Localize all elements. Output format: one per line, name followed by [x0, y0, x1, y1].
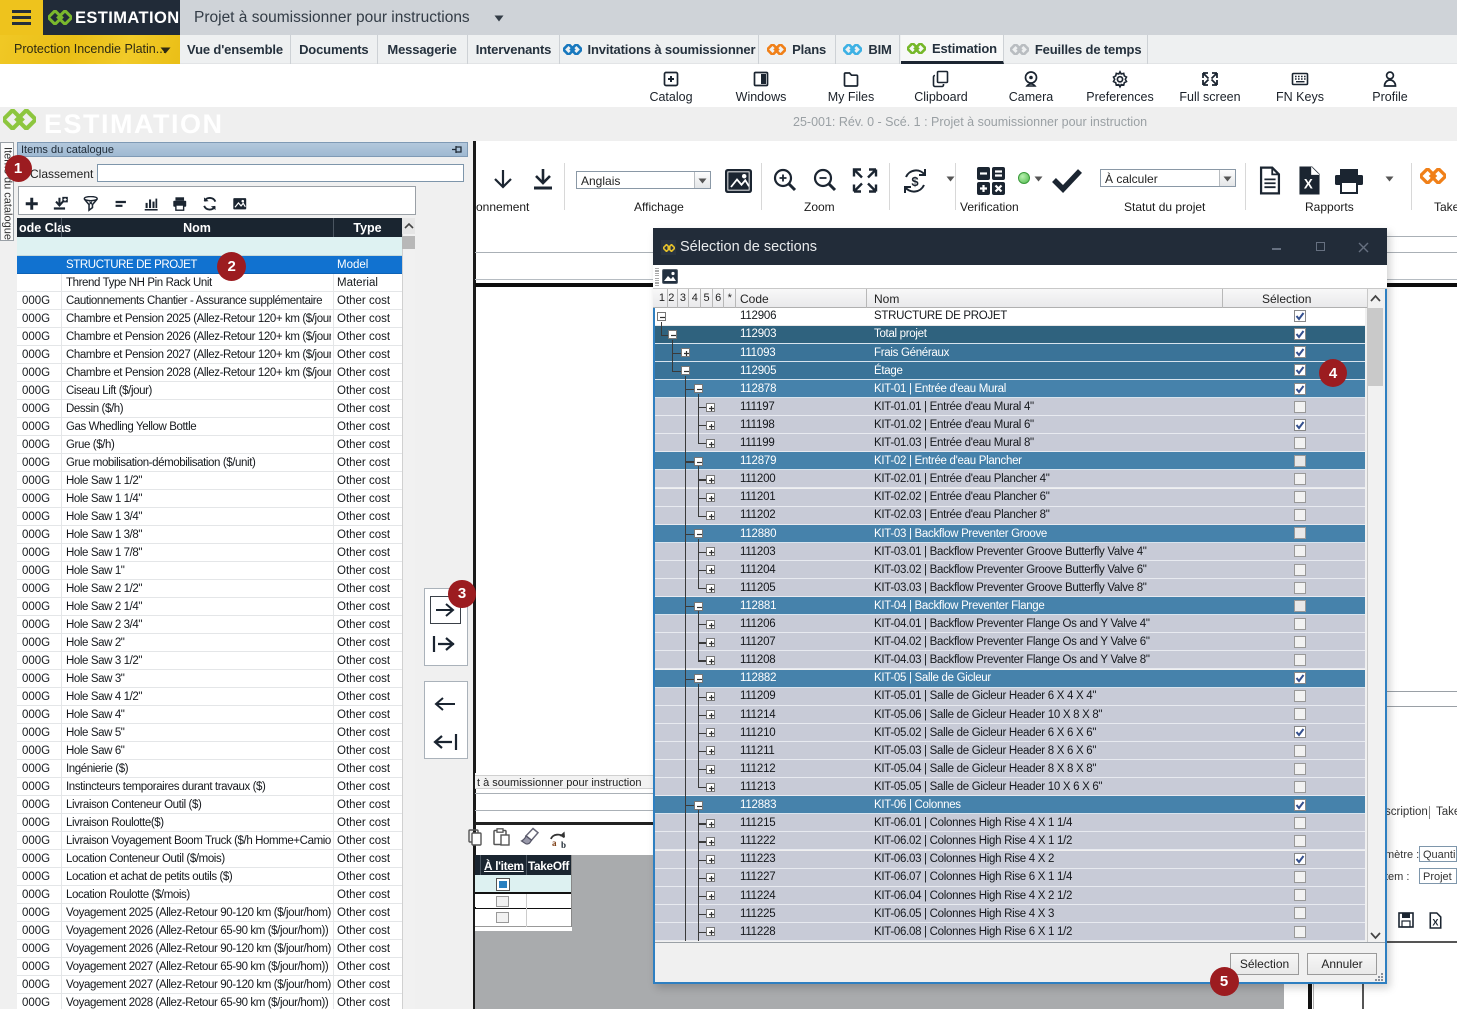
svg-text:$: $: [911, 174, 919, 189]
svg-text:X: X: [1304, 176, 1313, 191]
svg-text:a: a: [552, 838, 557, 848]
svg-text:b: b: [561, 840, 566, 849]
svg-text:X: X: [1432, 918, 1439, 928]
